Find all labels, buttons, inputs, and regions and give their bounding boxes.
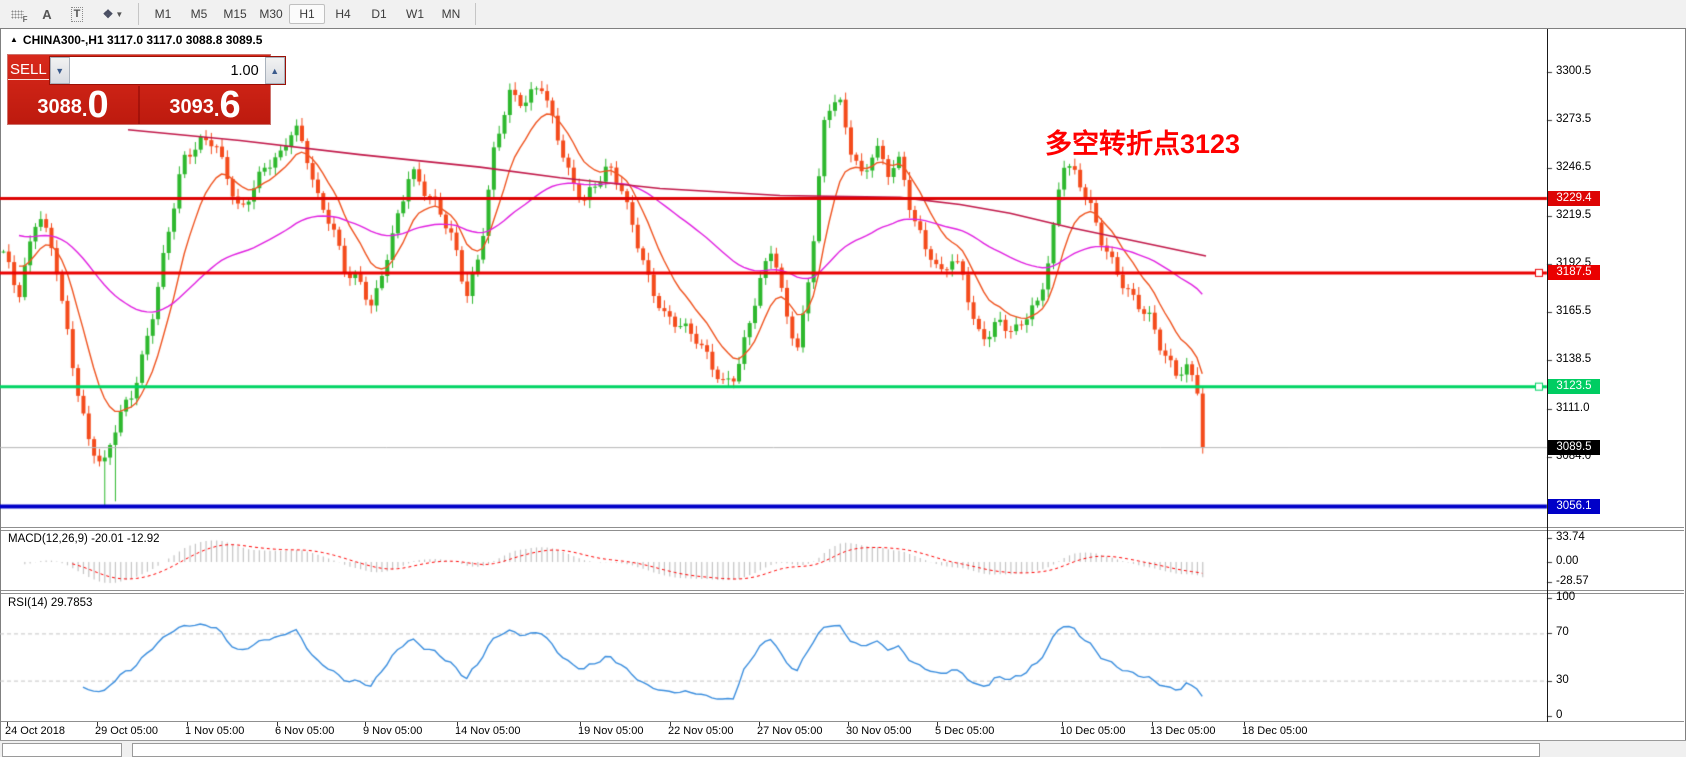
current-price-badge: 3089.5: [1548, 440, 1600, 455]
time-tick-mark: [277, 722, 278, 726]
time-tick-mark: [7, 722, 8, 726]
time-tick-mark: [759, 722, 760, 726]
time-tick-label: 1 Nov 05:00: [185, 725, 244, 737]
price-line-badge: 3187.5: [1548, 265, 1600, 280]
rsi-tick-label: 100: [1556, 591, 1575, 603]
time-tick-mark: [365, 722, 366, 726]
price-tick-label: 3300.5: [1556, 65, 1591, 77]
rsi-tick-label: 0: [1556, 709, 1562, 721]
time-tick-mark: [1244, 722, 1245, 726]
mt4-terminal: { "toolbar": { "icon_f": "F", "icon_a": …: [0, 0, 1686, 751]
macd-tick-label: 0.00: [1556, 555, 1578, 567]
time-tick-label: 5 Dec 05:00: [935, 725, 994, 737]
panel-separator: [1, 721, 1684, 722]
time-tick-mark: [1062, 722, 1063, 726]
time-tick-mark: [670, 722, 671, 726]
time-tick-label: 18 Dec 05:00: [1242, 725, 1307, 737]
time-tick-label: 6 Nov 05:00: [275, 725, 334, 737]
volume-box: ▼ ▲: [49, 56, 286, 85]
price-axis-line: [1547, 29, 1548, 722]
time-tick-label: 13 Dec 05:00: [1150, 725, 1215, 737]
price-tick-label: 3111.0: [1556, 402, 1589, 414]
one-click-trading-panel: SELL ▼ ▲ BUY 3088.0 3093.6: [8, 55, 270, 124]
rsi-indicator-label: RSI(14) 29.7853: [8, 597, 92, 609]
time-tick-mark: [97, 722, 98, 726]
price-tick-label: 3165.5: [1556, 305, 1591, 317]
volume-increase-button[interactable]: ▲: [265, 57, 285, 84]
panel-separator: [1, 593, 1684, 594]
price-tick-label: 3138.5: [1556, 353, 1591, 365]
sell-price[interactable]: 3088.0: [8, 86, 138, 124]
volume-input[interactable]: [70, 57, 265, 84]
macd-tick-label: -28.57: [1556, 575, 1589, 587]
horizontal-scrollbar[interactable]: [132, 743, 1540, 757]
price-line-badge: 3056.1: [1548, 499, 1600, 514]
time-tick-label: 29 Oct 05:00: [95, 725, 158, 737]
panel-separator[interactable]: [1, 590, 1684, 591]
time-tick-mark: [848, 722, 849, 726]
macd-indicator-label: MACD(12,26,9) -20.01 -12.92: [8, 533, 160, 545]
price-tick-label: 3246.5: [1556, 161, 1591, 173]
time-tick-label: 24 Oct 2018: [5, 725, 65, 737]
time-tick-label: 14 Nov 05:00: [455, 725, 520, 737]
panel-separator[interactable]: [1, 527, 1684, 528]
buy-button[interactable]: BUY: [286, 55, 321, 86]
price-line-badge: 3123.5: [1548, 379, 1600, 394]
bottom-tab-strip: [0, 740, 1686, 752]
time-tick-mark: [187, 722, 188, 726]
time-tick-label: 9 Nov 05:00: [363, 725, 422, 737]
rsi-tick-label: 30: [1556, 674, 1569, 686]
price-line-badge: 3229.4: [1548, 191, 1600, 206]
volume-decrease-button[interactable]: ▼: [50, 57, 70, 84]
time-tick-label: 27 Nov 05:00: [757, 725, 822, 737]
buy-price[interactable]: 3093.6: [140, 86, 270, 124]
time-tick-label: 19 Nov 05:00: [578, 725, 643, 737]
chart-title: ▲CHINA300-,H1 3117.0 3117.0 3088.8 3089.…: [10, 33, 262, 47]
time-tick-label: 22 Nov 05:00: [668, 725, 733, 737]
panel-separator: [1, 530, 1684, 531]
time-tick-mark: [937, 722, 938, 726]
sell-button[interactable]: SELL: [8, 55, 49, 86]
time-tick-label: 30 Nov 05:00: [846, 725, 911, 737]
time-tick-label: 10 Dec 05:00: [1060, 725, 1125, 737]
time-tick-mark: [457, 722, 458, 726]
price-tick-label: 3219.5: [1556, 209, 1591, 221]
price-tick-label: 3273.5: [1556, 113, 1591, 125]
chart-annotation-text[interactable]: 多空转折点3123: [1045, 122, 1240, 161]
time-tick-mark: [580, 722, 581, 726]
collapse-arrow-icon[interactable]: ▲: [10, 35, 18, 44]
rsi-tick-label: 70: [1556, 626, 1569, 638]
macd-tick-label: 33.74: [1556, 531, 1585, 543]
time-tick-mark: [1152, 722, 1153, 726]
chart-tab[interactable]: [2, 743, 122, 757]
